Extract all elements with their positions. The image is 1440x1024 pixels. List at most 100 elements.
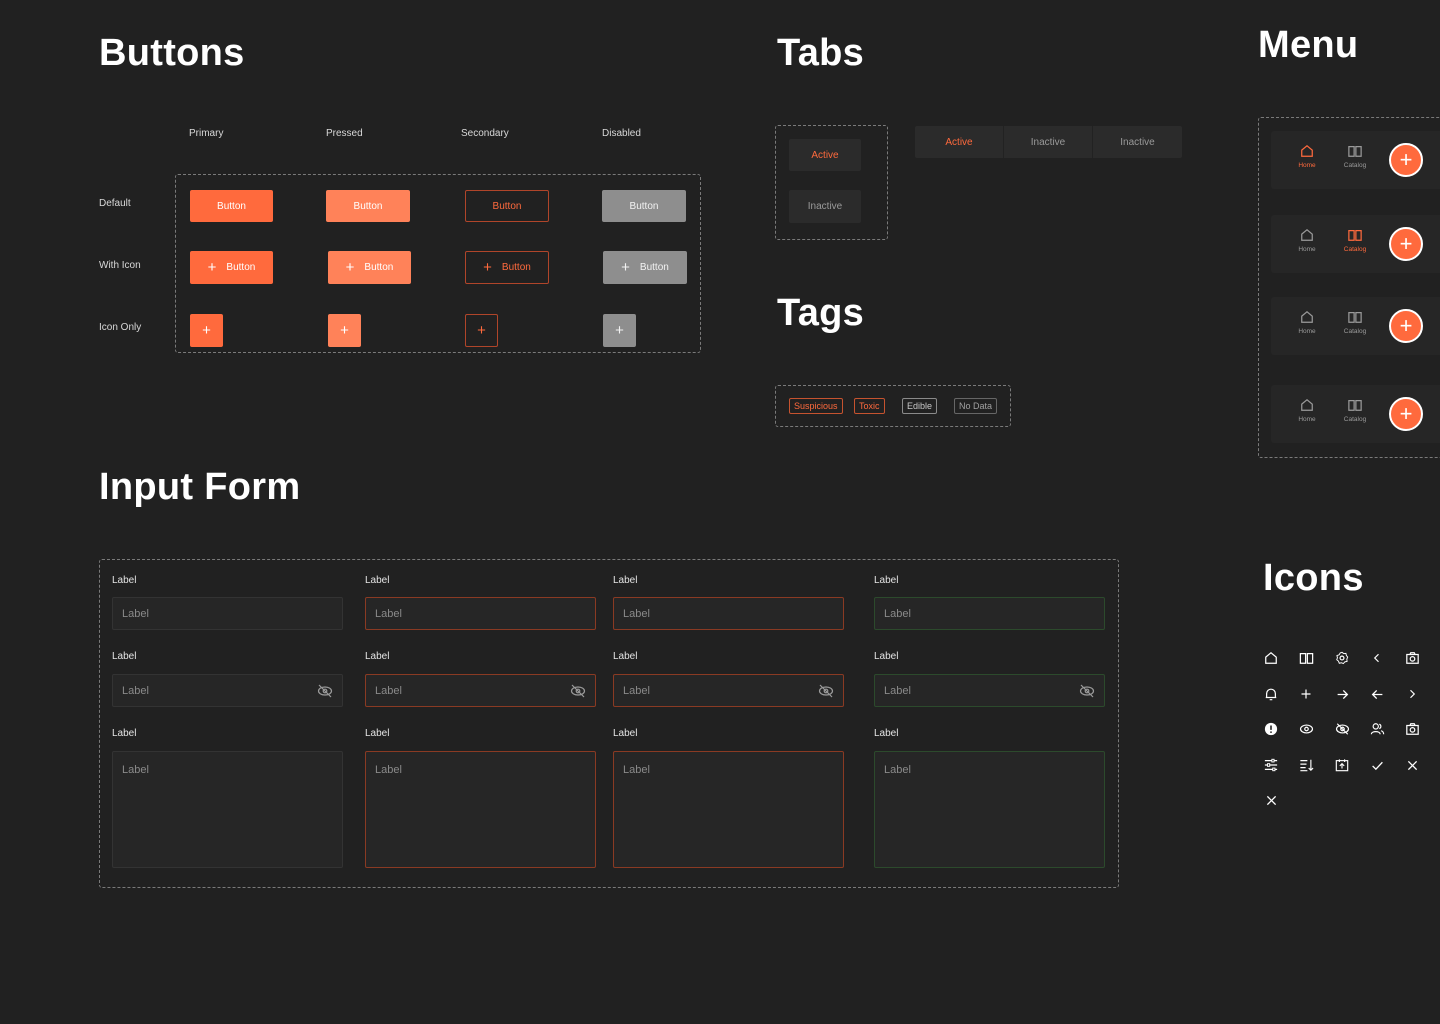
- tab-inactive[interactable]: Inactive: [789, 190, 861, 223]
- input-placeholder: Label: [884, 607, 911, 620]
- text-input[interactable]: Label: [112, 597, 343, 630]
- button-label: Button: [501, 262, 531, 273]
- menu-item-label: Catalog: [1343, 162, 1367, 169]
- chevron-left-icon: [1368, 649, 1386, 667]
- add-fab-button[interactable]: +: [1389, 227, 1423, 261]
- eye-off-icon[interactable]: [818, 683, 834, 699]
- row-header-icon-only: Icon Only: [99, 322, 142, 333]
- input-placeholder: Label: [375, 764, 402, 776]
- textarea-input-error[interactable]: Label: [613, 751, 844, 868]
- menu-item-label: Home: [1298, 328, 1316, 335]
- home-icon: [1301, 398, 1313, 411]
- column-header-primary: Primary: [189, 128, 224, 139]
- menu-item-home[interactable]: Home: [1287, 310, 1327, 335]
- menu-item-label: Catalog: [1343, 328, 1367, 335]
- text-input-focused[interactable]: Label: [365, 597, 596, 630]
- input-placeholder: Label: [884, 764, 911, 776]
- sliders-icon: [1262, 756, 1280, 774]
- password-input[interactable]: Label: [112, 674, 343, 707]
- pressed-button[interactable]: Button: [326, 190, 410, 222]
- pressed-icon-only-button[interactable]: +: [328, 314, 361, 347]
- close-icon: [1262, 791, 1280, 809]
- eye-off-icon[interactable]: [570, 683, 586, 699]
- home-icon: [1262, 649, 1280, 667]
- secondary-icon-button[interactable]: + Button: [465, 251, 549, 284]
- tab-inactive[interactable]: Inactive: [1093, 126, 1182, 158]
- menu-item-catalog[interactable]: Catalog: [1335, 144, 1375, 169]
- plus-icon: +: [1399, 231, 1413, 256]
- primary-icon-button[interactable]: + Button: [190, 251, 273, 284]
- menu-item-home[interactable]: Home: [1287, 144, 1327, 169]
- tag-toxic: Toxic: [854, 398, 885, 414]
- plus-icon: +: [621, 259, 630, 276]
- field-label: Label: [112, 575, 137, 586]
- camera-icon: [1403, 720, 1421, 738]
- menu-item-home[interactable]: Home: [1287, 228, 1327, 253]
- menu-bar: Home Catalog +: [1271, 131, 1440, 189]
- settings-gear-icon: [1333, 649, 1351, 667]
- arrow-left-icon: [1368, 685, 1386, 703]
- tab-active[interactable]: Active: [789, 139, 861, 171]
- menu-item-label: Home: [1298, 162, 1316, 169]
- secondary-icon-only-button[interactable]: +: [465, 314, 498, 347]
- text-input-error[interactable]: Label: [613, 597, 844, 630]
- button-label: Button: [217, 200, 246, 212]
- field-label: Label: [613, 651, 638, 662]
- menu-item-home[interactable]: Home: [1287, 398, 1327, 423]
- eye-off-icon[interactable]: [317, 683, 333, 699]
- input-placeholder: Label: [623, 764, 650, 776]
- field-label: Label: [112, 651, 137, 662]
- menu-bar: Home Catalog +: [1271, 215, 1440, 273]
- plus-icon: +: [615, 322, 624, 339]
- textarea-input[interactable]: Label: [112, 751, 343, 868]
- eye-off-icon[interactable]: [1079, 683, 1095, 699]
- input-placeholder: Label: [122, 607, 149, 620]
- field-label: Label: [112, 728, 137, 739]
- users-icon: [1368, 720, 1386, 738]
- plus-icon: +: [345, 259, 355, 276]
- button-label: Button: [639, 262, 669, 273]
- button-label: Button: [492, 200, 522, 212]
- book-icon: [1348, 146, 1362, 157]
- field-label: Label: [613, 728, 638, 739]
- eye-icon: [1297, 720, 1315, 738]
- eye-off-icon: [1333, 720, 1351, 738]
- input-placeholder: Label: [623, 607, 650, 620]
- add-fab-button[interactable]: +: [1389, 143, 1423, 177]
- input-placeholder: Label: [884, 684, 911, 697]
- password-input-success[interactable]: Label: [874, 674, 1105, 707]
- primary-icon-only-button[interactable]: +: [190, 314, 223, 347]
- password-input-error[interactable]: Label: [613, 674, 844, 707]
- menu-item-catalog[interactable]: Catalog: [1335, 398, 1375, 423]
- input-form-section-title: Input Form: [99, 466, 301, 508]
- menu-item-catalog[interactable]: Catalog: [1335, 310, 1375, 335]
- input-placeholder: Label: [375, 684, 402, 697]
- plus-icon: +: [202, 322, 211, 339]
- book-icon: [1297, 649, 1315, 667]
- tab-active[interactable]: Active: [915, 126, 1004, 158]
- tab-inactive[interactable]: Inactive: [1004, 126, 1093, 158]
- textarea-input-focused[interactable]: Label: [365, 751, 596, 868]
- button-label: Button: [353, 200, 383, 212]
- password-input-focused[interactable]: Label: [365, 674, 596, 707]
- text-input-success[interactable]: Label: [874, 597, 1105, 630]
- icons-section-title: Icons: [1263, 557, 1364, 599]
- menu-item-catalog[interactable]: Catalog: [1335, 228, 1375, 253]
- menu-section-title: Menu: [1258, 24, 1359, 66]
- primary-button[interactable]: Button: [190, 190, 273, 222]
- tags-section-title: Tags: [777, 292, 865, 334]
- home-icon: [1301, 228, 1313, 241]
- add-fab-button[interactable]: +: [1389, 309, 1423, 343]
- menu-bar: Home Catalog +: [1271, 297, 1440, 355]
- button-label: Button: [226, 262, 256, 273]
- textarea-input-success[interactable]: Label: [874, 751, 1105, 868]
- add-fab-button[interactable]: +: [1389, 397, 1423, 431]
- pressed-icon-button[interactable]: + Button: [328, 251, 411, 284]
- plus-icon: +: [1399, 313, 1413, 338]
- plus-icon: [1297, 685, 1315, 703]
- home-icon: [1301, 144, 1313, 157]
- secondary-button[interactable]: Button: [465, 190, 549, 222]
- menu-item-label: Home: [1298, 246, 1316, 253]
- check-icon: [1368, 756, 1386, 774]
- tabs-section-title: Tabs: [777, 32, 865, 74]
